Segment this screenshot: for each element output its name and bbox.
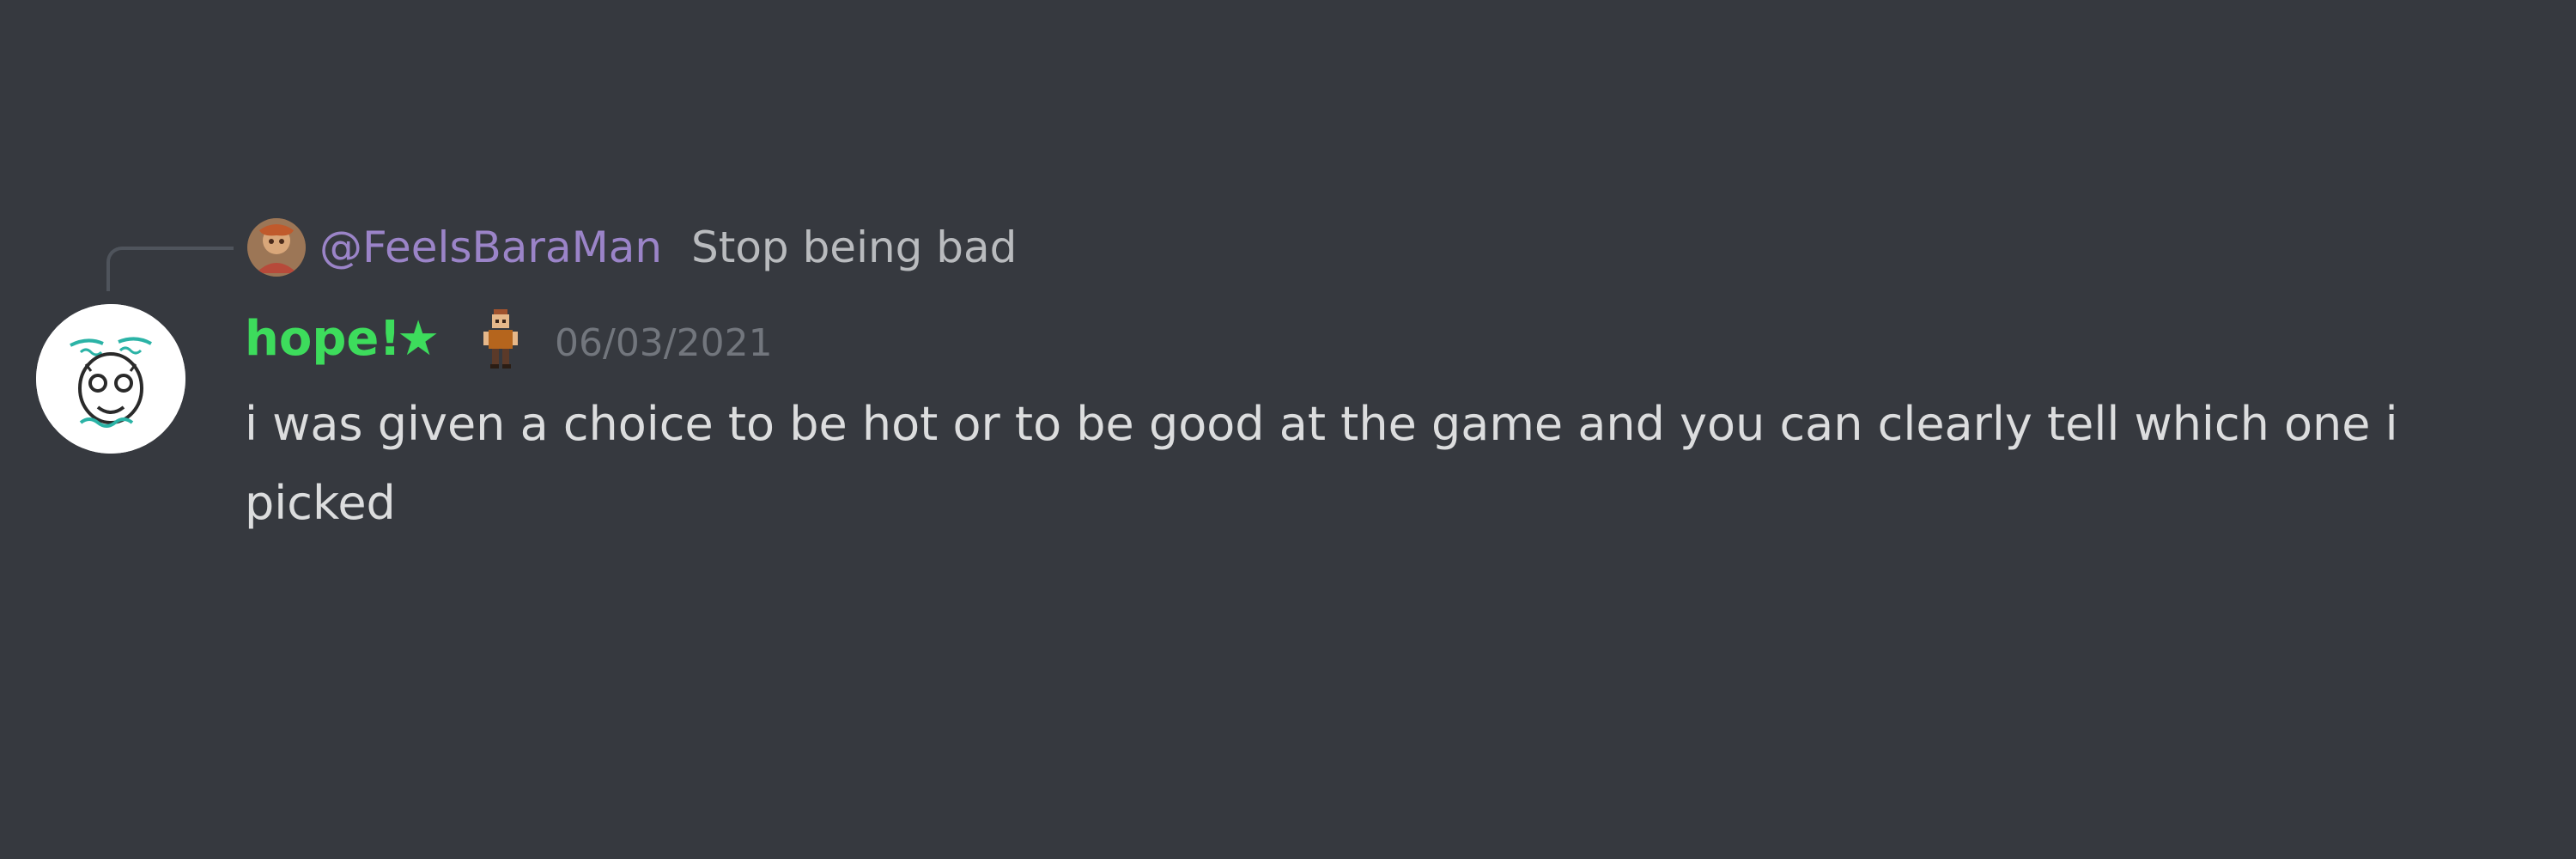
pixel-character-icon[interactable] xyxy=(479,306,522,371)
reply-avatar[interactable] xyxy=(247,218,306,277)
reply-avatar-image xyxy=(247,218,306,277)
username[interactable]: hope! xyxy=(245,309,401,369)
reply-spine xyxy=(106,247,234,291)
chat-area: @FeelsBaraMan Stop being bad hope! ★ 06/… xyxy=(0,0,2576,859)
role-icon-image xyxy=(483,309,518,369)
avatar-image xyxy=(36,304,185,454)
reply-preview-text[interactable]: Stop being bad xyxy=(691,220,1017,275)
message-item[interactable]: @FeelsBaraMan Stop being bad hope! ★ 06/… xyxy=(0,0,2576,859)
avatar[interactable] xyxy=(36,304,185,454)
reply-author-mention[interactable]: @FeelsBaraMan xyxy=(319,220,662,275)
timestamp: 06/03/2021 xyxy=(555,321,773,365)
message-content: i was given a choice to be hot or to be … xyxy=(245,397,2398,530)
star-icon: ★ xyxy=(397,311,440,367)
